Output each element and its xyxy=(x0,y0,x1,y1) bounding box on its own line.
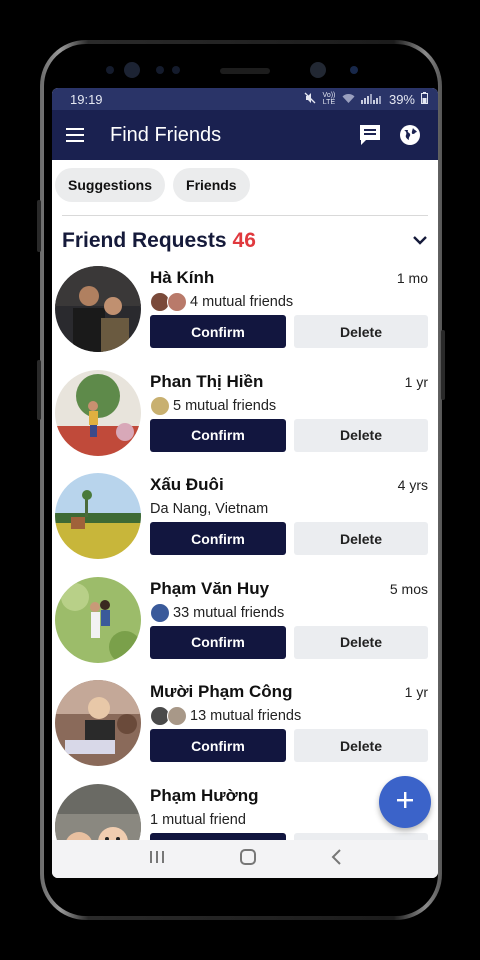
friend-requests-count: 46 xyxy=(232,229,256,252)
confirm-button[interactable]: Confirm xyxy=(150,625,286,659)
page-title: Find Friends xyxy=(110,123,222,146)
signal-icon xyxy=(360,92,383,107)
mute-icon xyxy=(304,92,316,107)
request-name[interactable]: Phạm Văn Huy xyxy=(150,579,269,599)
battery-percent: 39% xyxy=(388,91,415,107)
globe-icon[interactable] xyxy=(396,121,424,149)
mutual-friends-text: 13 mutual friends xyxy=(190,708,302,724)
mutual-friends: 5 mutual friends xyxy=(150,395,276,417)
request-name[interactable]: Hà Kính xyxy=(150,268,214,288)
mutual-friends: 4 mutual friends xyxy=(150,291,293,313)
mutual-friends: 13 mutual friends xyxy=(150,705,301,727)
filter-chips: Suggestions Friends xyxy=(52,160,438,208)
mutual-friends-text: 1 mutual friend xyxy=(150,811,246,828)
sensor-dot xyxy=(156,66,164,74)
mutual-avatar xyxy=(167,292,187,312)
delete-button[interactable]: Delete xyxy=(294,729,428,762)
phone-frame: 19:19 Vo)) LTE 39% Find Friends Suggesti… xyxy=(37,40,445,920)
list-item: Phan Thị Hiền 1 yr 5 mutual friends Conf… xyxy=(52,364,438,468)
friend-requests-header: Friend Requests 46 xyxy=(52,216,438,256)
confirm-button[interactable]: Confirm xyxy=(150,418,286,452)
chevron-down-icon[interactable] xyxy=(412,232,428,250)
chip-suggestions[interactable]: Suggestions xyxy=(55,168,166,202)
mutual-friends-text: 4 mutual friends xyxy=(190,294,294,310)
avatar[interactable] xyxy=(55,473,141,559)
request-time: 1 yr xyxy=(404,373,428,390)
request-time: 4 yrs xyxy=(397,477,428,493)
power-button xyxy=(441,330,445,400)
confirm-button[interactable]: Confirm xyxy=(150,522,286,555)
delete-button[interactable]: Delete xyxy=(294,418,428,452)
list-item: Phạm Văn Huy 5 mos 33 mutual friends Con… xyxy=(52,571,438,675)
mutual-friends: 1 mutual friend xyxy=(150,809,246,831)
mutual-friends: 33 mutual friends xyxy=(150,602,284,624)
friend-requests-label: Friend Requests xyxy=(62,229,227,252)
add-friend-fab[interactable] xyxy=(379,776,431,828)
app-bar: Find Friends xyxy=(52,110,438,160)
sensor-dot xyxy=(106,66,114,74)
request-name[interactable]: Mười Phạm Công xyxy=(150,682,292,702)
mutual-friends-text: 5 mutual friends xyxy=(173,397,277,414)
request-name[interactable]: Phạm Hường xyxy=(150,786,258,806)
location-text: Da Nang, Vietnam xyxy=(150,501,269,517)
confirm-button[interactable]: Confirm xyxy=(150,729,286,762)
delete-button[interactable]: Delete xyxy=(294,522,428,555)
mutual-avatar xyxy=(167,706,187,726)
front-camera xyxy=(310,62,326,78)
status-time: 19:19 xyxy=(70,91,103,107)
request-name[interactable]: Phan Thị Hiền xyxy=(150,372,263,392)
avatar[interactable] xyxy=(55,266,141,352)
phone-bezel: 19:19 Vo)) LTE 39% Find Friends Suggesti… xyxy=(44,44,438,916)
status-bar: 19:19 Vo)) LTE 39% xyxy=(52,88,438,110)
back-icon[interactable] xyxy=(330,848,342,871)
home-icon[interactable] xyxy=(239,848,257,871)
request-name[interactable]: Xấu Đuôi xyxy=(150,475,224,495)
iris-scanner xyxy=(124,62,140,78)
battery-icon xyxy=(421,91,428,107)
confirm-button[interactable]: Confirm xyxy=(150,315,286,348)
mutual-friends-text: 33 mutual friends xyxy=(173,604,285,621)
avatar[interactable] xyxy=(55,576,141,663)
earpiece-speaker xyxy=(220,68,270,74)
request-time: 1 mo xyxy=(396,270,428,286)
messenger-icon[interactable] xyxy=(356,121,384,149)
network-label: Vo)) LTE xyxy=(322,92,336,106)
list-item: Hà Kính 1 mo 4 mutual friends Confirm De… xyxy=(52,260,438,364)
request-time: 1 yr xyxy=(404,684,428,700)
screen: 19:19 Vo)) LTE 39% Find Friends Suggesti… xyxy=(52,88,438,878)
bixby-button xyxy=(37,360,41,420)
volume-button xyxy=(37,200,41,252)
mutual-avatar xyxy=(150,602,170,623)
location: Da Nang, Vietnam xyxy=(150,498,268,520)
request-time: 5 mos xyxy=(389,580,428,597)
avatar[interactable] xyxy=(55,680,141,766)
list-item: Mười Phạm Công 1 yr 13 mutual friends Co… xyxy=(52,674,438,778)
delete-button[interactable]: Delete xyxy=(294,315,428,348)
list-item: Xấu Đuôi 4 yrs Da Nang, Vietnam Confirm … xyxy=(52,467,438,571)
menu-icon[interactable] xyxy=(66,124,88,146)
avatar[interactable] xyxy=(55,369,141,456)
recents-icon[interactable] xyxy=(148,849,166,870)
system-nav-bar xyxy=(52,840,438,878)
requests-list: Hà Kính 1 mo 4 mutual friends Confirm De… xyxy=(52,260,438,878)
sensor-dot xyxy=(172,66,180,74)
delete-button[interactable]: Delete xyxy=(294,625,428,659)
mutual-avatar xyxy=(150,395,170,416)
wifi-icon xyxy=(342,92,355,107)
sensor-dot xyxy=(350,66,358,74)
chip-friends[interactable]: Friends xyxy=(173,168,250,202)
plus-icon xyxy=(395,790,415,815)
